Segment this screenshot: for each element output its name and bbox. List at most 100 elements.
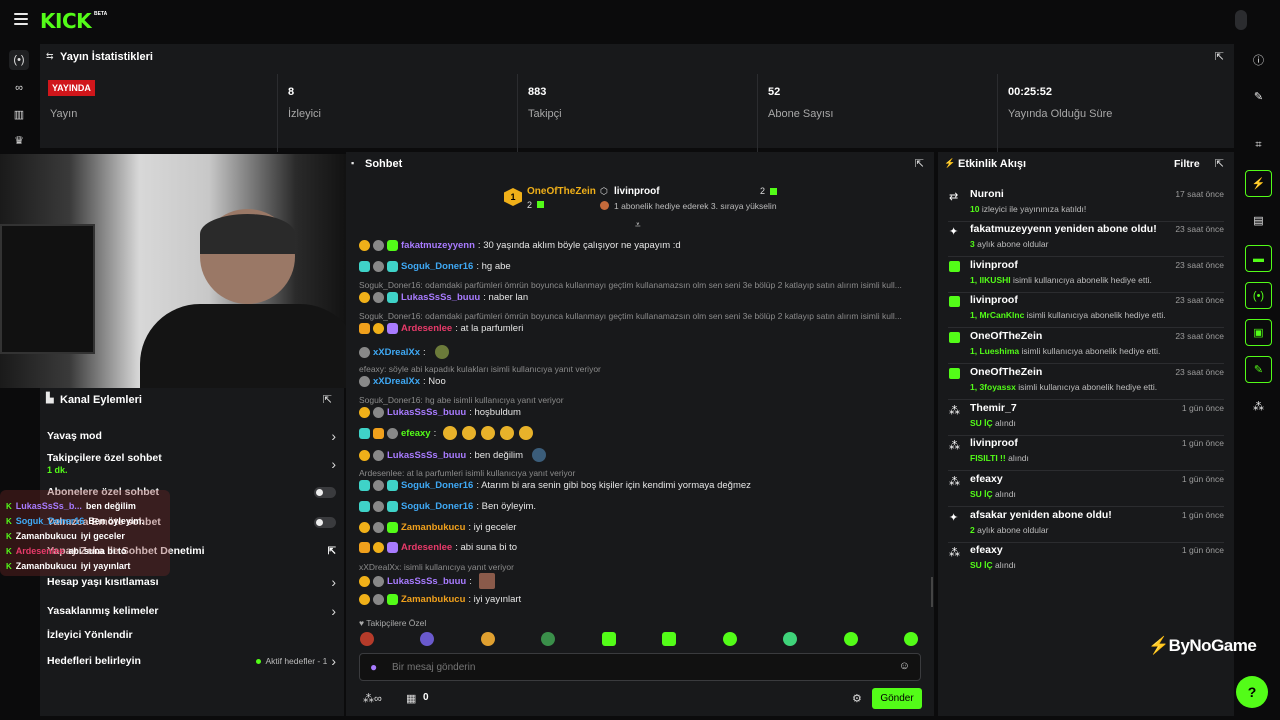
slow-mode-row[interactable]: Yavaş mod › [47,428,336,444]
event-item: livinproof 1, MrCanKlnc isimli kullanıcıy… [948,292,1224,328]
send-button[interactable]: Gönder [872,688,922,709]
bolt-icon[interactable]: ⚡ [1245,170,1272,197]
account-age-row[interactable]: Hesap yaşı kısıtlaması › [47,574,336,590]
chevron-right-icon: › [331,574,336,590]
chat-toggle-icon[interactable]: ▬ [1245,245,1272,272]
collapse-icon[interactable]: ⩡ [635,220,641,231]
menu-icon[interactable] [14,13,28,25]
info-icon[interactable]: ⓘ [1245,46,1272,73]
sparkle-icon: ✦ [949,226,959,238]
row-label: Yavaş mod [47,430,102,442]
event-item: OneOfTheZein 1, 3foyassx isimli kullanıcı… [948,364,1224,400]
chat-username[interactable]: efeaxy [401,428,431,439]
chevron-right-icon: › [331,653,336,669]
emote-icon[interactable] [420,632,435,646]
chat-username[interactable]: Soguk_Doner16 [401,261,473,272]
emote-icon[interactable] [783,632,798,646]
stat-label: Takipçi [528,108,562,120]
chat-input[interactable] [392,659,872,676]
stat-value: 52 [768,86,781,98]
points-icon[interactable]: ⁂ [1245,393,1272,420]
chat-username[interactable]: Zamanbukucu [401,522,465,533]
broadcast-icon[interactable]: (•) [1245,282,1272,309]
chat-username[interactable]: LukasSsSs_buuu [387,450,466,461]
subscribers-only-toggle[interactable] [314,486,336,498]
analytics-icon[interactable]: ▥ [9,104,29,124]
emote-icon[interactable] [601,632,616,646]
emote-icon[interactable] [843,632,858,646]
banned-words-row[interactable]: Yasaklanmış kelimeler › [47,603,336,619]
host-icon: ⇄ [949,191,959,203]
microphone-icon[interactable]: ● [370,660,377,674]
overlay-chat-line: K Zamanbukucu iyi geceler [6,531,125,541]
overlay-chat-line: K Ardesenlee abi suna bi to [6,546,127,556]
filter-button[interactable]: Filtre [1174,158,1200,170]
emote-icon [532,448,547,462]
emote-icon [500,426,515,440]
chat-username[interactable]: Soguk_Doner16 [401,501,473,512]
stat-followers: 883 Takipçi [517,74,757,152]
channel-title: Kanal Eylemleri [60,394,142,406]
emote-icon[interactable] [903,632,918,646]
screenshot-icon[interactable]: ⌗ [1245,132,1272,159]
chat-username[interactable]: xXDrealXx [373,347,420,358]
popout-icon[interactable]: ⇱ [1215,157,1224,170]
event-item: OneOfTheZein 1, Lueshima isimli kullanıcı… [948,328,1224,364]
chat-username[interactable]: Zamanbukucu [401,594,465,605]
emote-icon [443,426,458,440]
emote-icon[interactable] [480,632,495,646]
points-icon[interactable]: ⁂∞ [363,692,382,705]
gift-icon [949,368,960,379]
chat-username[interactable]: xXDrealXx [373,376,420,387]
help-icon[interactable]: ? [1236,676,1268,708]
stats-title: Yayın İstatistikleri [60,51,153,63]
emote-icon[interactable] [662,632,677,646]
chat-username[interactable]: fakatmuzeyyenn [401,240,475,251]
emote-icon[interactable] [360,632,374,646]
emote-icon [462,426,477,440]
trophy-icon[interactable]: ♛ [9,130,29,150]
emote-only-toggle[interactable] [314,516,336,528]
emote-icon[interactable] [722,632,737,646]
player-icon[interactable]: ▣ [1245,319,1272,346]
avatar[interactable] [1235,10,1247,30]
chat-username[interactable]: LukasSsSs_buuu [401,292,480,303]
emoji-icon[interactable]: ☺ [899,660,910,672]
sparkle-icon: ✦ [949,512,959,524]
scrollbar[interactable] [931,577,933,607]
emote-icon[interactable] [541,632,556,646]
event-item: ✦ afsakar yeniden abone oldu! 2 aylık abon… [948,507,1224,543]
chat-username[interactable]: Ardesenlee [401,542,452,553]
chat-username[interactable]: Ardesenlee [401,323,452,334]
kick-logo[interactable]: KICK [40,9,92,33]
popout-icon[interactable]: ⇱ [1215,50,1224,63]
host-row[interactable]: İzleyici Yönlendir [47,629,336,641]
leader-user-1[interactable]: OneOfTheZein [527,186,596,197]
chat-message: xXDrealXx: [359,345,451,359]
popout-icon[interactable]: ⇱ [915,157,924,170]
store-icon[interactable]: ▦ [406,692,416,705]
reply-context: efeaxy: söyle abi kapadık kulakları isim… [359,364,601,374]
chat-message: fakatmuzeyyenn: 30 yaşında aklım böyle ç… [359,240,681,251]
goals-row[interactable]: Hedefleri belirleyin Aktif hedefler - 1 › [47,653,336,669]
chat-username[interactable]: Soguk_Doner16 [401,480,473,491]
followers-only-row[interactable]: Takipçilere özel sohbet 1 dk. › [47,452,336,476]
leader-user-2[interactable]: livinproof [614,186,660,197]
chat-username[interactable]: LukasSsSs_buuu [387,407,466,418]
popout-icon[interactable]: ⇱ [323,393,332,406]
notes-icon[interactable]: ▤ [1245,207,1272,234]
chat-input-box[interactable]: ● ☺ [359,653,921,681]
stream-icon[interactable]: (•) [9,50,29,70]
bolt-icon: ⚡ [944,158,956,168]
link-icon[interactable]: ∞ [9,78,29,98]
edit-icon[interactable]: ✎ [1245,83,1272,110]
tools-icon[interactable]: ✎ [1245,356,1272,383]
reply-context: Soguk_Doner16: odamdaki parfümleri ömrün… [359,280,902,290]
channel-icon: ▙ [46,393,54,404]
stat-label: Yayın [50,108,78,120]
row-label: Hedefleri belirleyin [47,655,141,667]
chat-username[interactable]: LukasSsSs_buuu [387,576,466,587]
leader-count-2: 2 [760,186,766,196]
settings-icon[interactable]: ⚙ [852,692,862,705]
followers-only-label: ♥ Takipçilere Özel [359,618,427,628]
